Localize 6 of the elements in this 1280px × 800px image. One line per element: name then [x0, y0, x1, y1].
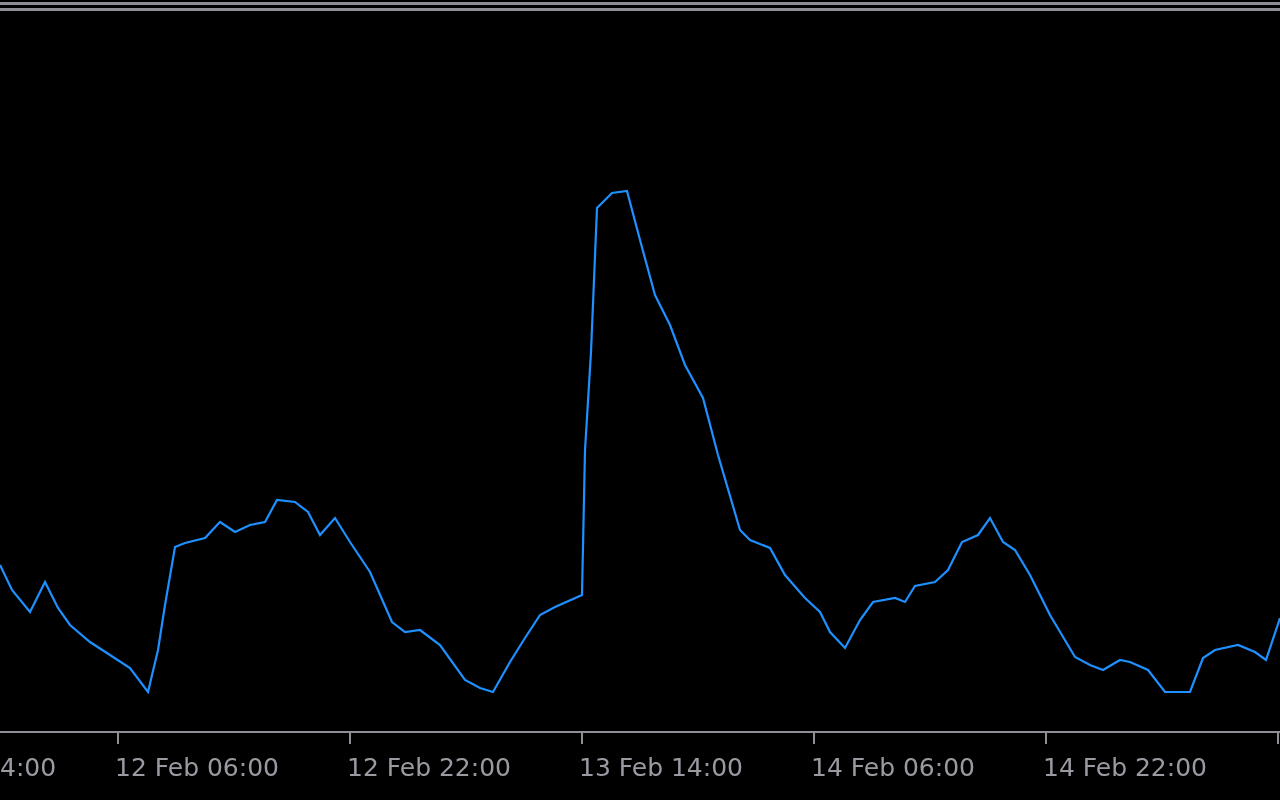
time-label: 13 Feb 14:00: [579, 753, 743, 782]
time-label: 12 Feb 06:00: [115, 753, 279, 782]
time-label: 4:00: [0, 753, 57, 782]
time-label: 14 Feb 06:00: [811, 753, 975, 782]
time-label: 12 Feb 22:00: [347, 753, 511, 782]
time-label: 14 Feb 22:00: [1043, 753, 1207, 782]
